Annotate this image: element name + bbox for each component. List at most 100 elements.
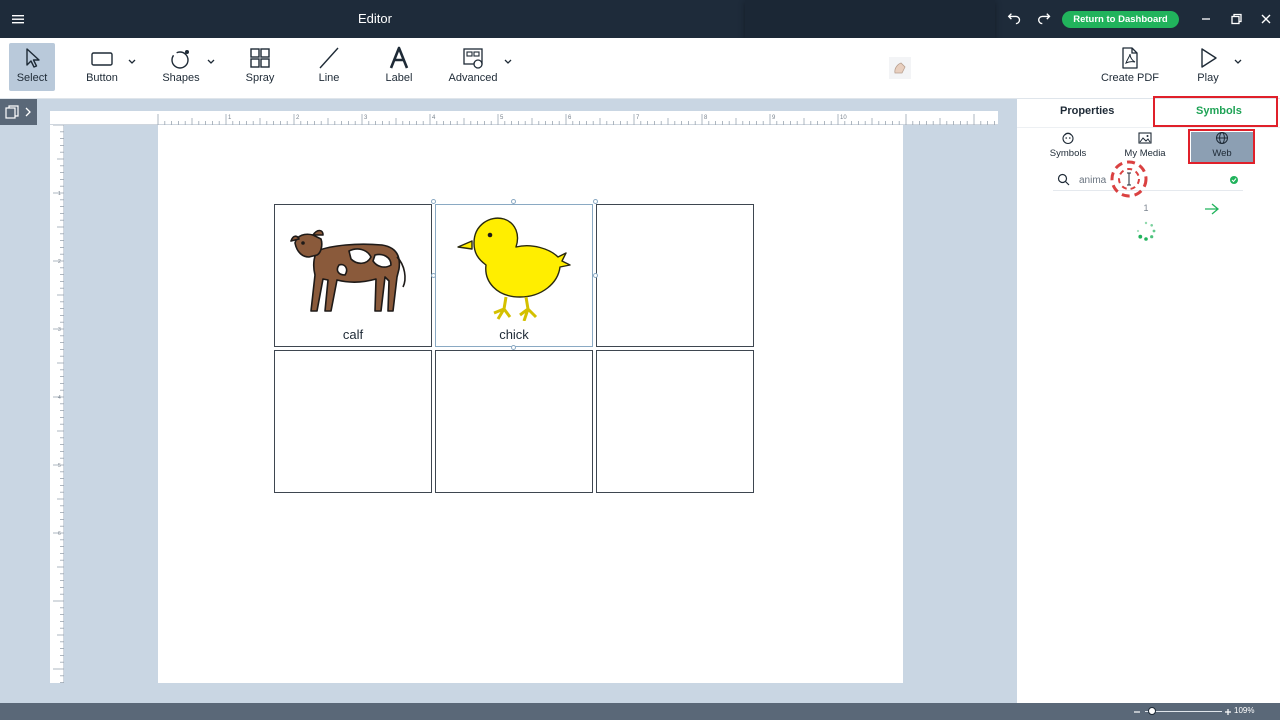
restore-icon[interactable] [1228, 11, 1244, 27]
resize-handle[interactable] [593, 273, 598, 278]
zoom-in-icon[interactable] [1223, 707, 1233, 717]
shapes-icon [171, 50, 189, 69]
ruler-number: 6 [568, 115, 572, 121]
ruler-number: 2 [58, 259, 61, 265]
redo-icon[interactable] [1036, 11, 1052, 27]
rectangle-icon [91, 52, 113, 66]
grid-cell-empty[interactable] [435, 350, 593, 493]
resize-handle[interactable] [431, 199, 436, 204]
advanced-dropdown-chevron-icon[interactable] [503, 56, 513, 66]
ruler-number: 9 [772, 115, 776, 121]
label-tool-label: Label [385, 72, 413, 84]
click-indicator-icon [1110, 160, 1148, 198]
label-tool-button[interactable]: Label [378, 43, 420, 93]
chick-picture [457, 217, 571, 321]
grid-cell-chick[interactable]: chick [435, 204, 593, 347]
search-status-dot-icon [1230, 176, 1238, 184]
vertical-ruler: 1 2 3 4 5 6 [50, 124, 64, 683]
search-input[interactable] [1079, 173, 1219, 187]
ruler-number: 4 [432, 115, 436, 121]
select-tool-button[interactable]: Select [9, 43, 55, 91]
play-dropdown-chevron-icon[interactable] [1233, 56, 1243, 66]
image-icon [1138, 132, 1152, 144]
button-dropdown-chevron-icon[interactable] [127, 56, 137, 66]
zoom-level-label: 109% [1234, 706, 1255, 715]
ruler-number: 2 [296, 115, 300, 121]
play-label: Play [1197, 72, 1219, 84]
grid-cell-label: calf [342, 327, 364, 342]
ruler-number: 5 [500, 115, 504, 121]
cursor-arrow-icon [26, 48, 40, 68]
tooltip-shadow [745, 0, 995, 38]
results-page-number: 1 [1143, 203, 1149, 213]
letter-a-icon [389, 46, 409, 69]
horizontal-ruler: 1 2 3 4 5 6 7 8 9 10 [50, 111, 998, 125]
ruler-number: 4 [58, 395, 61, 401]
main-toolbar: Select Button Shapes Spray Line Label Ad… [0, 38, 1280, 99]
ruler-number: 7 [636, 115, 640, 121]
advanced-icon [463, 48, 483, 69]
ruler-number: 1 [58, 191, 61, 197]
symbol-face-icon [1062, 132, 1074, 145]
pdf-icon [1122, 47, 1138, 69]
editor-page-canvas[interactable]: calf chick [158, 125, 903, 683]
status-bar: 109% [0, 703, 1280, 720]
line-tool-label: Line [318, 72, 340, 84]
pages-icon [5, 105, 19, 119]
pages-panel-toggle[interactable] [0, 99, 37, 125]
advanced-tool-button[interactable]: Advanced [446, 43, 500, 93]
advanced-tool-label: Advanced [448, 72, 498, 84]
play-icon [1201, 48, 1217, 68]
vertical-ruler-ticks: 1 2 3 4 5 6 [53, 124, 64, 683]
ruler-number: 8 [704, 115, 708, 121]
title-bar: Editor Return to Dashboard [0, 0, 1280, 38]
source-symbols-label: Symbols [1049, 148, 1087, 159]
horizontal-ruler-ticks: 1 2 3 4 5 6 7 8 9 10 [157, 114, 995, 125]
ruler-number: 6 [58, 531, 61, 537]
ruler-number: 5 [58, 463, 61, 469]
minimize-icon[interactable] [1198, 11, 1214, 27]
tab-divider [1017, 127, 1280, 128]
resize-handle[interactable] [431, 273, 436, 278]
source-my-media-label: My Media [1124, 148, 1166, 159]
undo-icon[interactable] [1006, 11, 1022, 27]
window-title: Editor [358, 11, 392, 26]
zoom-slider-track[interactable] [1145, 711, 1222, 712]
source-my-media-button[interactable]: My Media [1115, 129, 1175, 159]
create-pdf-button[interactable]: Create PDF [1097, 43, 1163, 93]
resize-handle[interactable] [511, 345, 516, 350]
line-tool-button[interactable]: Line [308, 43, 350, 93]
grid-cell-calf[interactable]: calf [274, 204, 432, 347]
button-tool-button[interactable]: Button [78, 43, 126, 93]
search-icon [1057, 173, 1070, 186]
web-button-highlight [1188, 129, 1255, 164]
next-page-arrow-icon[interactable] [1204, 202, 1220, 216]
drag-hand-icon [889, 57, 911, 79]
close-icon[interactable] [1258, 11, 1274, 27]
ruler-number: 1 [228, 115, 232, 121]
grid-cell-empty[interactable] [596, 350, 754, 493]
zoom-slider-thumb[interactable] [1148, 707, 1157, 715]
return-to-dashboard-button[interactable]: Return to Dashboard [1062, 11, 1179, 28]
shapes-tool-label: Shapes [162, 72, 200, 84]
spray-tool-label: Spray [245, 72, 275, 84]
ruler-number: 3 [364, 115, 368, 121]
resize-handle[interactable] [511, 199, 516, 204]
right-panel: Properties Symbols Symbols My Media Web … [1017, 96, 1280, 703]
grid-cell-label: chick [499, 327, 529, 342]
spray-tool-button[interactable]: Spray [238, 43, 282, 93]
loading-spinner-icon [1136, 221, 1156, 241]
shapes-tool-button[interactable]: Shapes [157, 43, 205, 93]
line-icon [319, 47, 339, 69]
resize-handle[interactable] [593, 199, 598, 204]
button-tool-label: Button [86, 72, 118, 84]
grid-cell-empty[interactable] [596, 204, 754, 347]
ruler-number: 10 [840, 115, 847, 121]
play-button[interactable]: Play [1190, 43, 1226, 93]
shapes-dropdown-chevron-icon[interactable] [206, 56, 216, 66]
zoom-out-icon[interactable] [1132, 707, 1142, 717]
grid-cell-empty[interactable] [274, 350, 432, 493]
tab-properties[interactable]: Properties [1060, 105, 1114, 117]
source-symbols-button[interactable]: Symbols [1038, 129, 1098, 159]
symbols-tab-highlight [1153, 96, 1278, 127]
